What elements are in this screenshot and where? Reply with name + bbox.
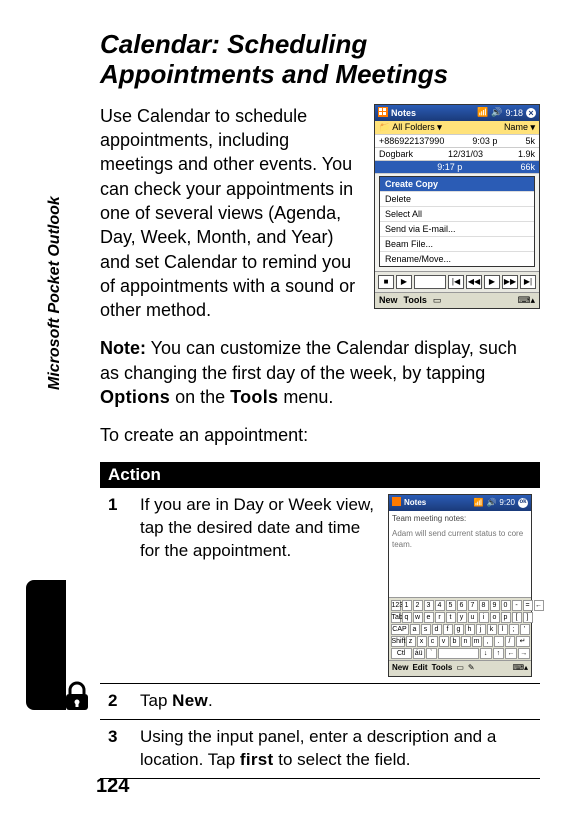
softcassette-icon[interactable]: ▭ [433, 295, 442, 306]
softcassette-icon[interactable]: ▭ [456, 663, 464, 674]
file-row: Dogbark 12/31/03 1.9k [375, 148, 539, 161]
column-name: Name [504, 122, 528, 132]
rewind-icon[interactable]: ◀◀ [466, 275, 482, 289]
step-text: If you are in Day or Week view, tap the … [140, 494, 378, 678]
table-header-empty [498, 462, 540, 488]
file-size: 66k [520, 162, 535, 172]
menu-item-select-all[interactable]: Select All [380, 207, 534, 222]
page: Microsoft Pocket Outlook Calendar: Sched… [0, 0, 580, 818]
doc-body: Adam will send current status to core te… [392, 529, 528, 551]
start-icon [378, 107, 388, 119]
side-section-label: Microsoft Pocket Outlook [46, 196, 64, 390]
record-icon[interactable]: ▶ [396, 275, 412, 289]
softkey-bar: New Tools ▭ ⌨▴ [375, 292, 539, 308]
kbd-row: Tabqwertyuiop[] [390, 611, 530, 623]
new-label: New [172, 691, 208, 710]
soft-keyboard[interactable]: 1231234567890-=← Tabqwertyuiop[] CAPasdf… [389, 597, 531, 660]
step-text-part: to select the field. [274, 750, 411, 769]
file-time: 9:03 p [472, 136, 497, 146]
menu-item-rename-move[interactable]: Rename/Move... [380, 252, 534, 266]
kbd-row: 1231234567890-=← [390, 599, 530, 611]
sip-icon[interactable]: ⌨▴ [517, 295, 535, 306]
file-name: Dogbark [379, 149, 413, 159]
file-size: 1.9k [518, 149, 535, 159]
heading: Calendar: Scheduling Appointments and Me… [100, 30, 540, 90]
options-label: Options [100, 387, 170, 407]
file-name: +886922137990 [379, 136, 444, 146]
kbd-row: CAPasdfghjkl;' [390, 623, 530, 635]
step-number: 1 [100, 488, 140, 684]
lock-icon [60, 680, 94, 714]
clock-text: 9:20 [499, 498, 515, 509]
start-icon [392, 497, 401, 510]
prev-icon[interactable]: |◀ [448, 275, 464, 289]
softkey-new[interactable]: New [379, 295, 398, 306]
table-header-action: Action [100, 462, 498, 488]
screenshot-notes-menu: Notes 📶 🔊 9:18 × 📁 All Folders ▾ Name ▾ … [374, 104, 540, 309]
player-controls: ■ ▶ |◀ ◀◀ ▶ ▶▶ ▶| [375, 271, 539, 292]
step-text-part: . [208, 691, 213, 710]
softkey-tools[interactable]: Tools [432, 663, 453, 674]
softkey-bar: New Edit Tools ▭ ✎ ⌨▴ [389, 660, 531, 676]
page-number: 124 [96, 775, 129, 798]
step-text-part: Tap [140, 691, 172, 710]
titlebar: Notes 📶 🔊 9:20 ok [389, 495, 531, 512]
context-menu: Create Copy Delete Select All Send via E… [379, 176, 535, 267]
note-paragraph: Note: You can customize the Calendar dis… [100, 336, 540, 409]
close-icon: × [526, 108, 536, 118]
lead-in: To create an appointment: [100, 423, 540, 447]
document-area[interactable]: Team meeting notes: Adam will send curre… [389, 511, 531, 597]
ok-icon[interactable]: ok [518, 498, 528, 508]
menu-item-beam-file[interactable]: Beam File... [380, 237, 534, 252]
forward-icon[interactable]: ▶▶ [502, 275, 518, 289]
softkey-edit[interactable]: Edit [412, 663, 427, 674]
next-icon[interactable]: ▶| [520, 275, 536, 289]
note-text-2: on the [170, 387, 230, 407]
pen-icon[interactable]: ✎ [468, 663, 475, 674]
menu-item-create-copy[interactable]: Create Copy [380, 177, 534, 192]
signal-icon: 📶 [473, 498, 483, 509]
stop-icon[interactable]: ■ [378, 275, 394, 289]
file-row: +886922137990 9:03 p 5k [375, 135, 539, 148]
screenshot-notes-editor: Notes 📶 🔊 9:20 ok Team meeting notes: Ad… [388, 494, 532, 678]
softkey-tools[interactable]: Tools [404, 295, 427, 306]
file-time: 12/31/03 [448, 149, 483, 159]
table-row: 2 Tap New. [100, 684, 540, 720]
step-number: 3 [100, 720, 140, 779]
file-row-selected: 9:17 p 66k [375, 161, 539, 174]
menu-item-send-email[interactable]: Send via E-mail... [380, 222, 534, 237]
note-label: Note: [100, 338, 146, 358]
titlebar: Notes 📶 🔊 9:18 × [375, 105, 539, 121]
file-time: 9:17 p [437, 162, 462, 172]
step-number: 2 [100, 684, 140, 720]
kbd-row: Shiftzxcvbnm,./↵ [390, 635, 530, 647]
speaker-icon: 🔊 [486, 498, 496, 509]
first-label: first [240, 750, 274, 769]
clock-text: 9:18 [505, 108, 523, 118]
progress-bar [414, 275, 446, 289]
note-text-3: menu. [278, 387, 333, 407]
step-text: Tap New. [140, 684, 540, 720]
table-row: 3 Using the input panel, enter a descrip… [100, 720, 540, 779]
sip-icon[interactable]: ⌨▴ [512, 663, 528, 674]
speaker-icon: 🔊 [491, 107, 502, 118]
note-text-1: You can customize the Calendar display, … [100, 338, 517, 382]
play-icon[interactable]: ▶ [484, 275, 500, 289]
file-size: 5k [525, 136, 535, 146]
tools-label: Tools [230, 387, 278, 407]
app-title: Notes [404, 498, 426, 509]
table-row: 1 If you are in Day or Week view, tap th… [100, 488, 540, 684]
folder-row: 📁 All Folders ▾ Name ▾ [375, 121, 539, 135]
softkey-new[interactable]: New [392, 663, 408, 674]
app-title: Notes [391, 108, 416, 118]
step-text: Using the input panel, enter a descripti… [140, 720, 540, 779]
steps-table: Action 1 If you are in Day or Week view,… [100, 462, 540, 779]
folder-label: All Folders [392, 122, 435, 132]
doc-heading: Team meeting notes: [392, 514, 528, 525]
menu-item-delete[interactable]: Delete [380, 192, 534, 207]
kbd-row: Ctláü`↓↑←→ [390, 647, 530, 659]
signal-icon: 📶 [477, 107, 488, 118]
